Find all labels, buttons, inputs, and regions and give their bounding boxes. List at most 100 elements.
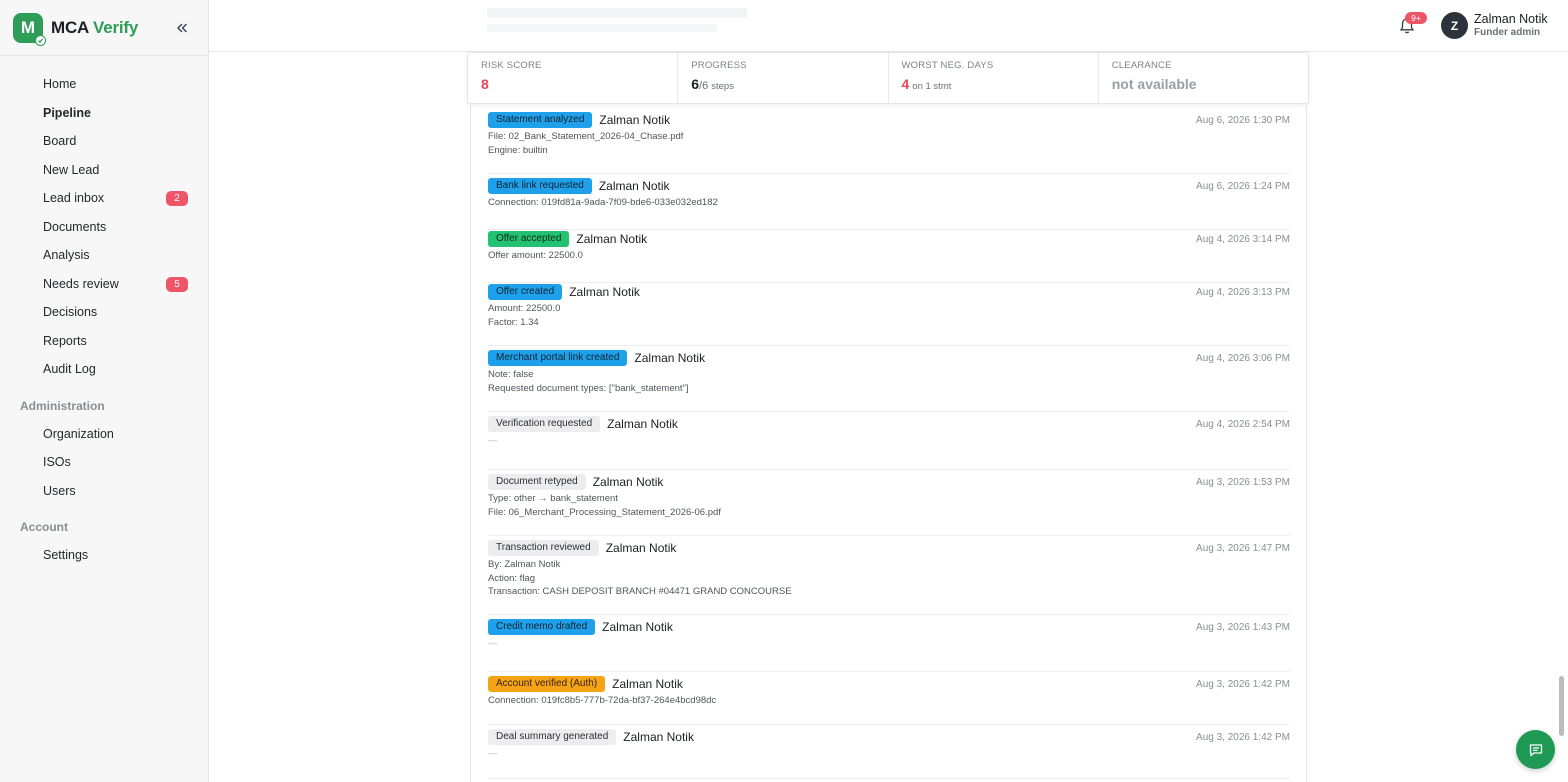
- event-actor: Zalman Notik: [605, 541, 677, 555]
- stat-value: not available: [1112, 76, 1308, 92]
- timeline-event: Document retyped Zalman Notik Aug 3, 2026 …: [488, 474, 1290, 536]
- stat-value: 6/6 steps: [691, 76, 887, 92]
- event-timestamp: Aug 3, 2026 1:47 PM: [1196, 543, 1290, 554]
- event-type-badge: Document retyped: [488, 474, 586, 490]
- user-avatar[interactable]: Z: [1441, 12, 1468, 39]
- sidebar-item-needs-review[interactable]: Needs review 5: [0, 270, 208, 299]
- event-actor: Zalman Notik: [602, 620, 673, 634]
- event-detail: Amount: 22500.0: [488, 303, 561, 314]
- timeline-event: Verification requested Zalman Notik Aug 4,…: [488, 416, 1290, 470]
- event-actor: Zalman Notik: [569, 285, 640, 299]
- event-timestamp: Aug 3, 2026 1:42 PM: [1196, 732, 1290, 743]
- event-detail: Offer amount: 22500.0: [488, 250, 583, 261]
- event-timestamp: Aug 6, 2026 1:24 PM: [1196, 181, 1290, 192]
- event-type-badge: Verification requested: [488, 416, 601, 432]
- event-detail: Transaction: CASH DEPOSIT BRANCH #04471 …: [488, 586, 792, 597]
- check-circle-icon: [20, 305, 35, 320]
- document-icon: [20, 219, 35, 234]
- event-type-badge: Bank link requested: [488, 178, 592, 194]
- chat-button[interactable]: [1516, 730, 1555, 769]
- sidebar-item-isos[interactable]: ISOs: [0, 448, 208, 477]
- event-detail: Factor: 1.34: [488, 316, 539, 328]
- event-header: Credit memo drafted Zalman Notik: [488, 619, 1290, 635]
- event-timestamp: Aug 3, 2026 1:42 PM: [1196, 679, 1290, 690]
- deal-stats-bar: RISK SCORE 8 PROGRESS 6/6 steps WORST NE…: [467, 52, 1309, 104]
- sidebar-item-decisions[interactable]: Decisions: [0, 298, 208, 327]
- scrolled-under-content: [487, 8, 747, 18]
- timeline-event: Transaction reviewed Zalman Notik Aug 3, 2…: [488, 540, 1290, 615]
- event-actor: Zalman Notik: [607, 417, 678, 431]
- timeline-event: Offer created Zalman Notik Aug 4, 2026 3:1…: [488, 284, 1290, 346]
- event-detail: —: [488, 748, 498, 759]
- gear-icon: [20, 548, 35, 563]
- home-icon: [20, 77, 35, 92]
- sidebar-item-new-lead[interactable]: New Lead: [0, 156, 208, 185]
- event-type-badge: Merchant portal link created: [488, 350, 628, 366]
- sidebar-item-analysis[interactable]: Analysis: [0, 241, 208, 270]
- neg-days-unit: on 1 stmt: [912, 81, 952, 92]
- event-header: Merchant portal link created Zalman Notik: [488, 350, 1290, 366]
- app-name-part2: Verify: [93, 17, 139, 37]
- sidebar-item-label: ISOs: [43, 455, 71, 470]
- sidebar-item-label: Reports: [43, 333, 87, 348]
- event-detail: Engine: builtin: [488, 144, 548, 156]
- count-badge: 5: [166, 276, 188, 292]
- sidebar-item-reports[interactable]: Reports: [0, 327, 208, 356]
- stat-progress: PROGRESS 6/6 steps: [678, 53, 889, 103]
- event-detail: By: Zalman Notik: [488, 559, 561, 570]
- scrolled-under-content: [487, 24, 717, 32]
- event-detail: —: [488, 435, 498, 446]
- event-type-badge: Account verified (Auth): [488, 676, 606, 692]
- warning-icon: [20, 276, 35, 291]
- event-actor: Zalman Notik: [612, 677, 683, 691]
- sidebar-item-audit-log[interactable]: Audit Log: [0, 355, 208, 384]
- event-detail: Requested document types: ["bank_stateme…: [488, 382, 689, 394]
- sidebar-item-board[interactable]: Board: [0, 127, 208, 156]
- sidebar-item-label: Audit Log: [43, 362, 96, 377]
- user-icon: [20, 483, 35, 498]
- collapse-sidebar-icon[interactable]: [174, 20, 190, 36]
- sidebar-item-label: Organization: [43, 426, 114, 441]
- sidebar-item-home[interactable]: Home: [0, 70, 208, 99]
- sidebar-item-settings[interactable]: Settings: [0, 541, 208, 570]
- sidebar-item-lead-inbox[interactable]: Lead inbox 2: [0, 184, 208, 213]
- event-header: Verification requested Zalman Notik: [488, 416, 1290, 432]
- sidebar-item-label: Analysis: [43, 248, 90, 263]
- main-nav: Home Pipeline Board New Lead Lead inbox 2 Docu…: [0, 56, 208, 570]
- event-header: Statement analyzed Zalman Notik: [488, 112, 1290, 128]
- event-type-badge: Statement analyzed: [488, 112, 593, 128]
- sidebar-item-documents[interactable]: Documents: [0, 213, 208, 242]
- event-actor: Zalman Notik: [599, 113, 671, 127]
- logo-check-icon: [35, 34, 46, 46]
- page-scrollbar[interactable]: [1559, 676, 1564, 736]
- event-header: Offer created Zalman Notik: [488, 284, 1290, 300]
- neg-days-value: 4: [901, 76, 910, 92]
- sidebar-item-label: Settings: [43, 548, 89, 563]
- sidebar-item-label: Board: [43, 134, 77, 149]
- event-header: Document retyped Zalman Notik: [488, 474, 1290, 490]
- event-actor: Zalman Notik: [598, 179, 670, 193]
- sidebar-item-label: Needs review: [43, 276, 119, 291]
- sidebar-item-label: Pipeline: [43, 105, 91, 120]
- progress-unit: steps: [711, 81, 734, 92]
- app-logo[interactable]: M: [13, 12, 46, 46]
- sidebar-item-pipeline[interactable]: Pipeline: [0, 99, 208, 128]
- stat-label: PROGRESS: [691, 60, 747, 71]
- event-actor: Zalman Notik: [592, 475, 664, 489]
- timeline-event: Bank link requested Zalman Notik Aug 6, 20…: [488, 178, 1290, 230]
- sidebar-item-users[interactable]: Users: [0, 477, 208, 506]
- event-timestamp: Aug 4, 2026 3:06 PM: [1196, 353, 1290, 364]
- event-type-badge: Deal summary generated: [488, 729, 617, 745]
- progress-total: /6: [699, 80, 709, 92]
- event-detail: File: 02_Bank_Statement_2026-04_Chase.pd…: [488, 131, 684, 142]
- event-timestamp: Aug 3, 2026 1:43 PM: [1196, 622, 1290, 633]
- stat-worst-neg-days: WORST NEG. DAYS 4 on 1 stmt: [889, 53, 1099, 103]
- logo-letter: M: [20, 17, 36, 37]
- event-detail: Connection: 019fd81a-9ada-7f09-bde6-033e…: [488, 197, 718, 208]
- sidebar-item-organization[interactable]: Organization: [0, 420, 208, 449]
- timeline-event: Account verified (Auth) Zalman Notik Aug 3…: [488, 676, 1290, 725]
- section-heading-account: Account: [20, 520, 68, 534]
- event-header: Bank link requested Zalman Notik: [488, 178, 1290, 194]
- event-type-badge: Offer accepted: [488, 231, 570, 247]
- user-name[interactable]: Zalman Notik: [1474, 12, 1548, 26]
